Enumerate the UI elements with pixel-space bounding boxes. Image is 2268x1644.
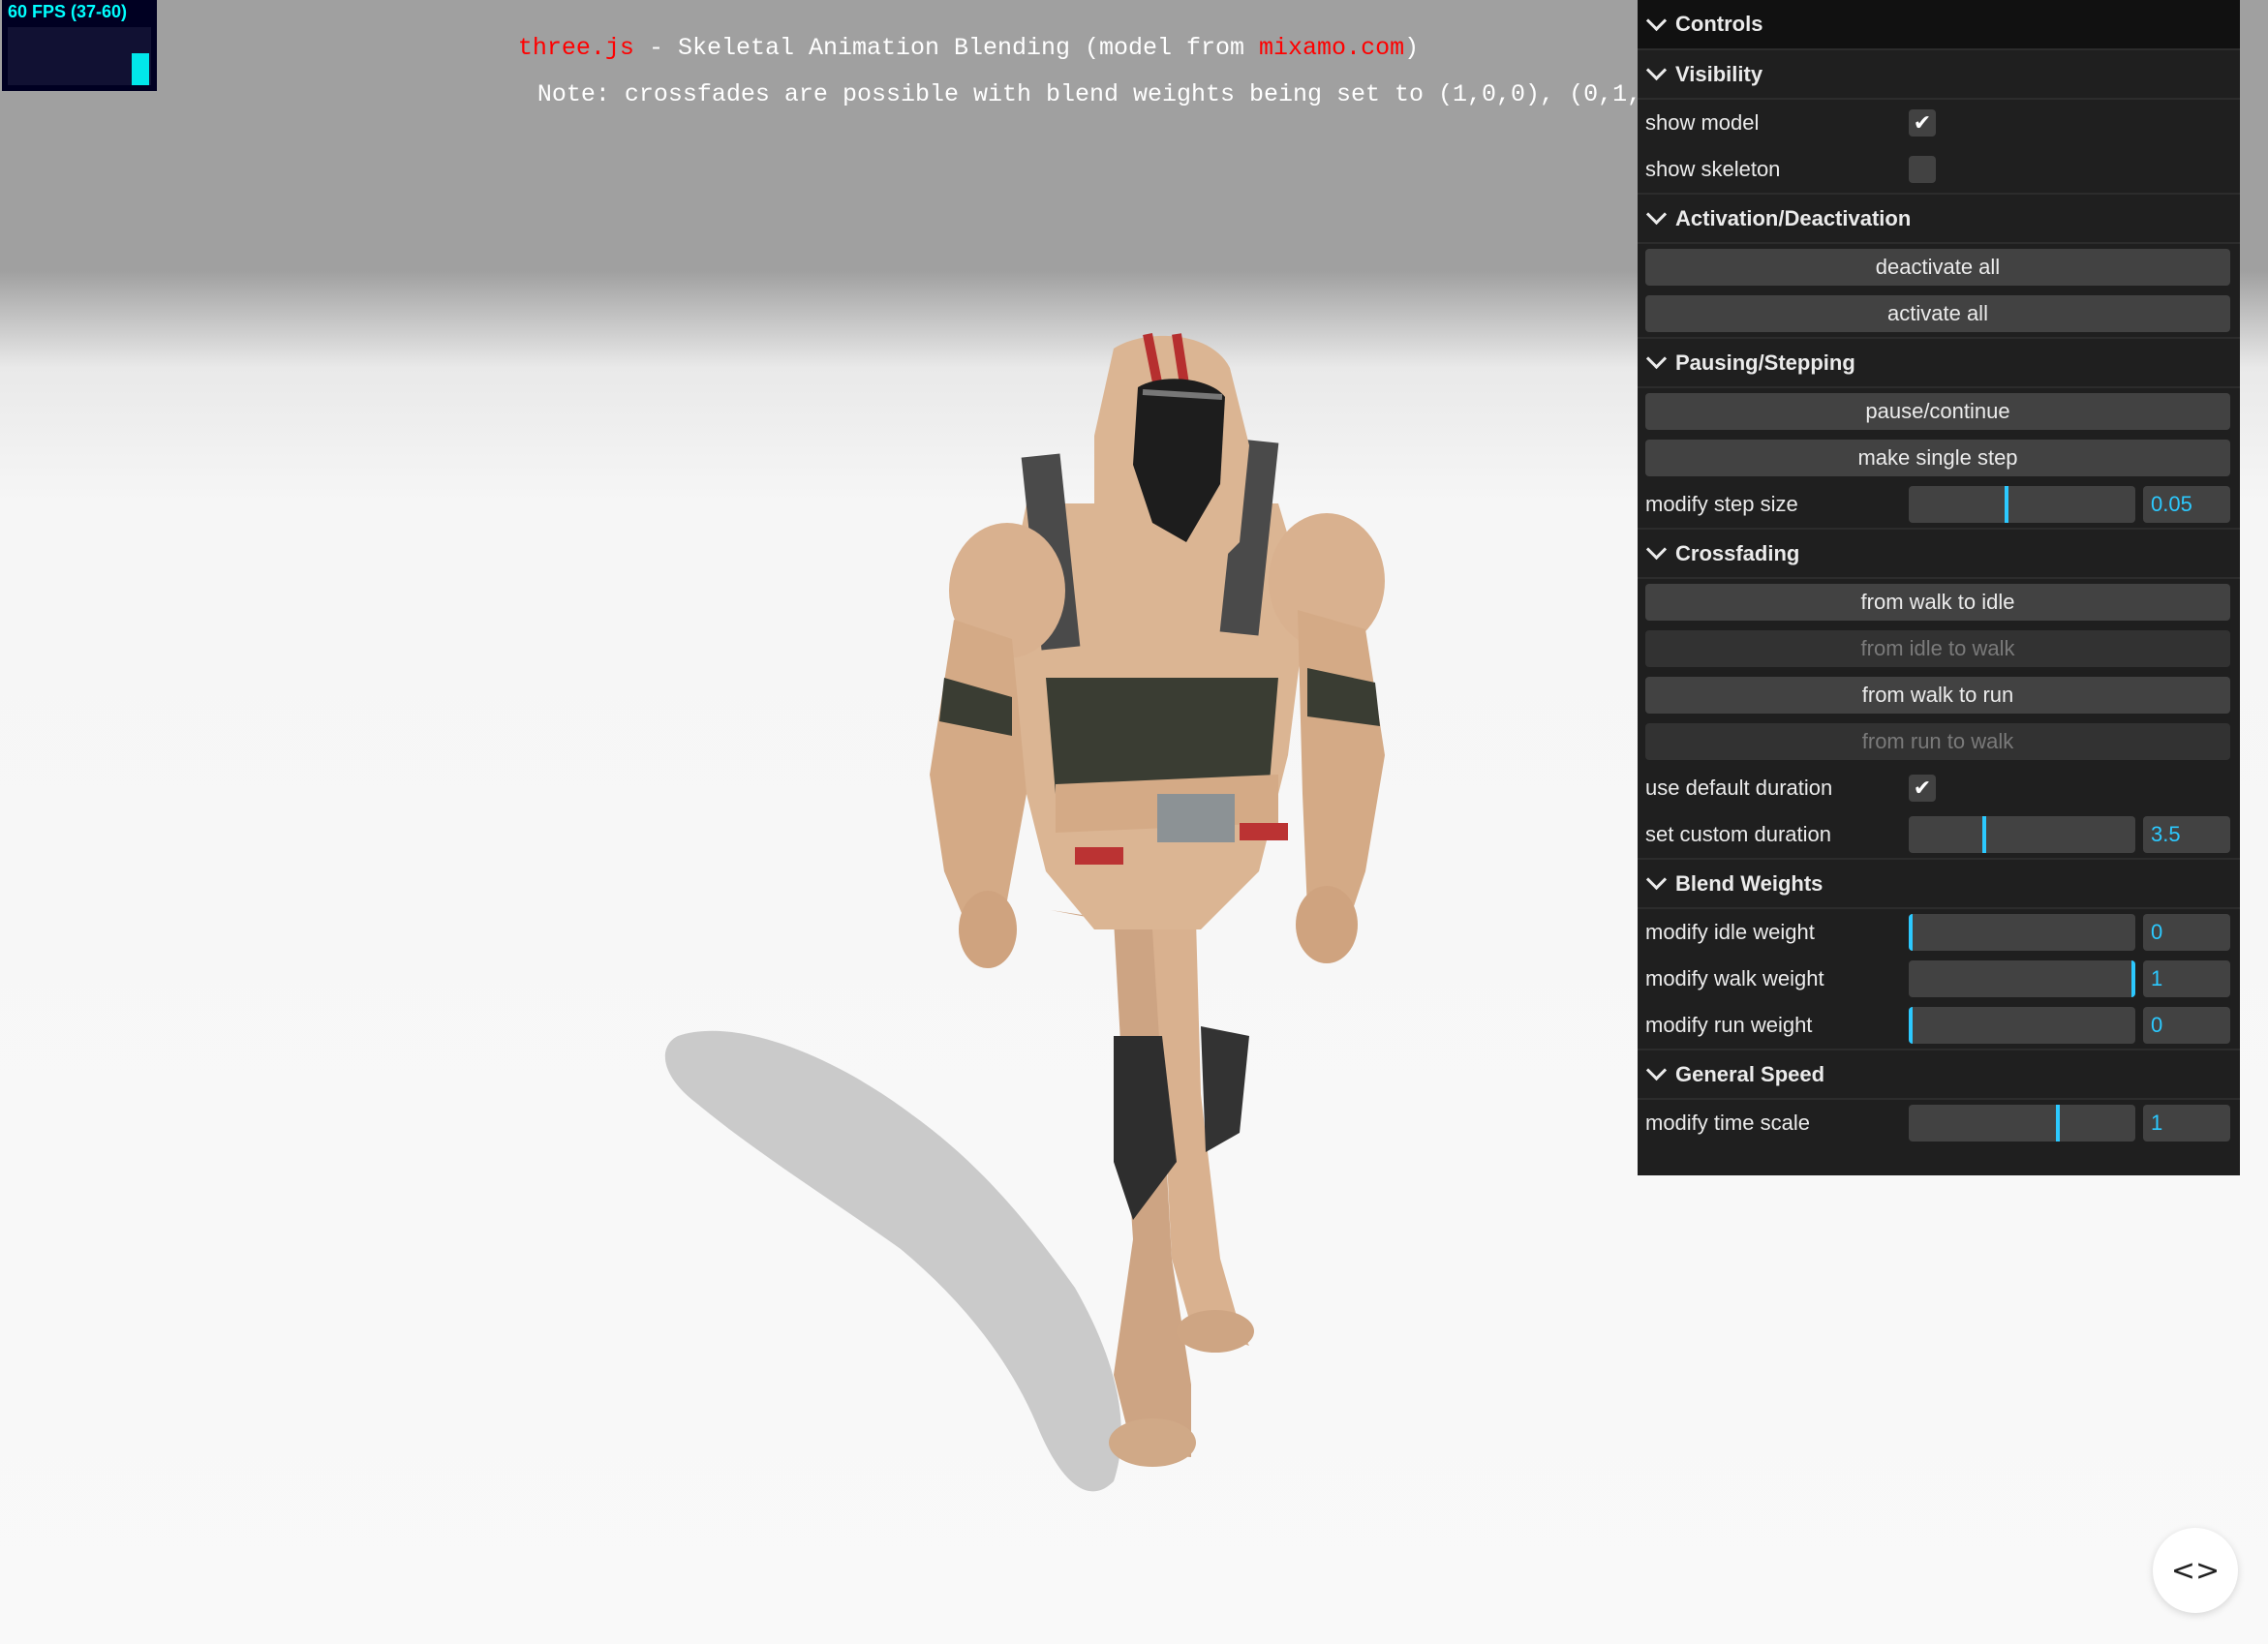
activate-all-button[interactable]: activate all [1645, 295, 2230, 332]
folder-title: General Speed [1675, 1062, 1825, 1086]
fps-stats-panel[interactable]: 60 FPS (37-60) [2, 0, 157, 91]
step-size-label: modify step size [1645, 492, 1798, 516]
folder-pausing[interactable]: Pausing/Stepping [1638, 337, 2240, 388]
folder-title: Pausing/Stepping [1675, 350, 1855, 375]
time-scale-row: modify time scale 1 [1638, 1100, 2240, 1146]
run-to-walk-button[interactable]: from run to walk [1645, 723, 2230, 760]
show-skeleton-checkbox[interactable] [1909, 156, 1936, 183]
checkmark-icon: ✔ [1913, 776, 1932, 800]
title-close: ) [1404, 34, 1420, 62]
view-source-button[interactable]: <> [2153, 1528, 2238, 1613]
chevron-down-icon [1645, 59, 1668, 81]
chevron-down-icon [1645, 868, 1668, 891]
character-left-arm [930, 620, 1027, 929]
custom-duration-slider[interactable] [1909, 816, 2135, 853]
custom-duration-row: set custom duration 3.5 [1638, 811, 2240, 858]
three-js-link[interactable]: three.js [518, 34, 634, 62]
run-weight-slider[interactable] [1909, 1007, 2135, 1044]
slider-thumb[interactable] [2131, 960, 2135, 997]
show-model-label: show model [1645, 110, 1760, 135]
fps-readout: 60 FPS (37-60) [8, 2, 128, 21]
folder-visibility[interactable]: Visibility [1638, 48, 2240, 100]
walk-weight-input[interactable]: 1 [2143, 960, 2230, 997]
mixamo-link[interactable]: mixamo.com [1259, 34, 1404, 62]
slider-thumb[interactable] [2004, 486, 2008, 523]
folder-activation[interactable]: Activation/Deactivation [1638, 193, 2240, 244]
folder-blend-weights[interactable]: Blend Weights [1638, 858, 2240, 909]
default-duration-row: use default duration ✔ [1638, 765, 2240, 811]
idle-weight-input[interactable]: 0 [2143, 914, 2230, 951]
character-shadow [664, 1030, 1121, 1492]
character-right-arm [1298, 610, 1385, 929]
run-weight-input[interactable]: 0 [2143, 1007, 2230, 1044]
chevron-down-icon [1645, 538, 1668, 561]
deactivate-all-button[interactable]: deactivate all [1645, 249, 2230, 286]
run-weight-label: modify run weight [1645, 1013, 1813, 1037]
default-duration-label: use default duration [1645, 776, 1833, 800]
run-weight-row: modify run weight 0 [1638, 1002, 2240, 1049]
walk-to-run-button[interactable]: from walk to run [1645, 677, 2230, 714]
controls-panel: Controls Visibility show model ✔ show sk… [1638, 0, 2240, 1175]
step-size-slider[interactable] [1909, 486, 2135, 523]
custom-duration-input[interactable]: 3.5 [2143, 816, 2230, 853]
slider-thumb[interactable] [1909, 914, 1913, 951]
idle-to-walk-button[interactable]: from idle to walk [1645, 630, 2230, 667]
walk-weight-row: modify walk weight 1 [1638, 956, 2240, 1002]
walk-to-idle-button[interactable]: from walk to idle [1645, 584, 2230, 621]
code-icon: <> [2170, 1553, 2221, 1588]
fps-graph [8, 27, 151, 85]
controls-title-bar[interactable]: Controls [1638, 0, 2240, 48]
folder-title: Activation/Deactivation [1675, 206, 1912, 230]
step-size-row: modify step size 0.05 [1638, 481, 2240, 528]
title-text: - Skeletal Animation Blending (model fro… [633, 34, 1260, 62]
idle-weight-slider[interactable] [1909, 914, 2135, 951]
folder-title: Visibility [1675, 62, 1763, 86]
chevron-down-icon [1645, 1059, 1668, 1081]
slider-thumb[interactable] [1981, 816, 1986, 853]
chevron-down-icon [1645, 348, 1668, 370]
show-skeleton-label: show skeleton [1645, 157, 1781, 181]
walk-weight-slider[interactable] [1909, 960, 2135, 997]
time-scale-slider[interactable] [1909, 1105, 2135, 1142]
pause-continue-button[interactable]: pause/continue [1645, 393, 2230, 430]
show-skeleton-row: show skeleton [1638, 146, 2240, 193]
custom-duration-label: set custom duration [1645, 822, 1831, 846]
time-scale-label: modify time scale [1645, 1111, 1810, 1135]
time-scale-input[interactable]: 1 [2143, 1105, 2230, 1142]
checkmark-icon: ✔ [1913, 110, 1932, 135]
show-model-row: show model ✔ [1638, 100, 2240, 146]
folder-general-speed[interactable]: General Speed [1638, 1049, 2240, 1100]
folder-title: Blend Weights [1675, 871, 1824, 896]
chevron-down-icon [1645, 203, 1668, 226]
folder-title: Crossfading [1675, 541, 1800, 565]
single-step-button[interactable]: make single step [1645, 440, 2230, 476]
step-size-input[interactable]: 0.05 [2143, 486, 2230, 523]
walk-weight-label: modify walk weight [1645, 966, 1824, 990]
controls-title: Controls [1675, 12, 1763, 36]
slider-thumb[interactable] [2055, 1105, 2060, 1142]
chevron-down-icon [1645, 10, 1668, 31]
slider-thumb[interactable] [1909, 1007, 1913, 1044]
folder-crossfading[interactable]: Crossfading [1638, 528, 2240, 579]
idle-weight-label: modify idle weight [1645, 920, 1815, 944]
default-duration-checkbox[interactable]: ✔ [1909, 775, 1936, 802]
show-model-checkbox[interactable]: ✔ [1909, 109, 1936, 137]
fps-graph-bar [132, 53, 149, 85]
idle-weight-row: modify idle weight 0 [1638, 909, 2240, 956]
